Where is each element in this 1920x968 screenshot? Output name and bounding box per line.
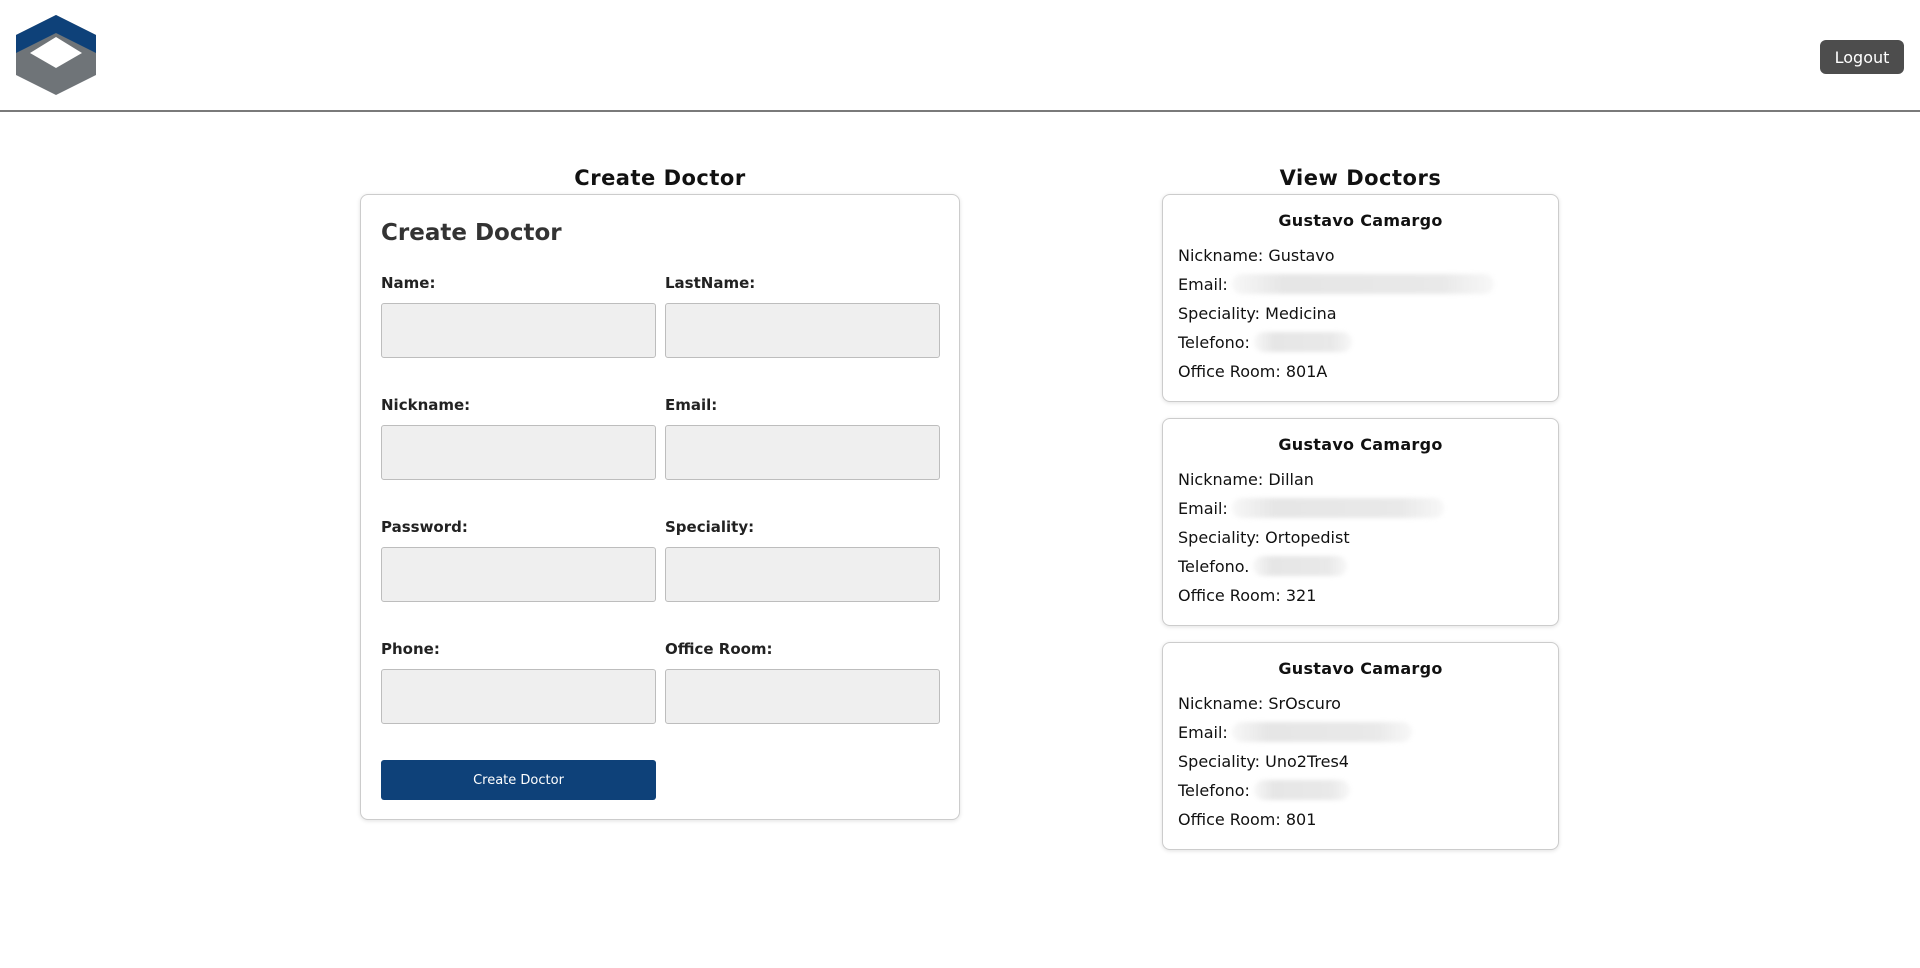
doctor-office-row: Office Room: 801A bbox=[1178, 360, 1327, 382]
name-input[interactable] bbox=[381, 303, 656, 358]
office-room-label: Office Room: bbox=[1178, 361, 1281, 381]
phone-label: Phone: bbox=[381, 640, 440, 658]
doctor-nickname-row: Nickname: Dillan bbox=[1178, 468, 1314, 490]
speciality-value: Ortopedist bbox=[1265, 527, 1350, 547]
telefono-label: Telefono: bbox=[1178, 780, 1250, 800]
cube-logo-icon[interactable] bbox=[15, 15, 97, 95]
doctor-telefono-row: Telefono: bbox=[1178, 779, 1350, 801]
create-doctor-section-title: Create Doctor bbox=[574, 166, 746, 190]
office-room-value: 321 bbox=[1285, 585, 1317, 605]
lastname-input[interactable] bbox=[665, 303, 940, 358]
name-label: Name: bbox=[381, 274, 436, 292]
nickname-value: SrOscuro bbox=[1268, 693, 1341, 713]
doctor-card: Gustavo Camargo Nickname: SrOscuro Email… bbox=[1162, 642, 1559, 850]
email-label: Email: bbox=[1178, 274, 1228, 294]
password-input[interactable] bbox=[381, 547, 656, 602]
top-header: Logout bbox=[0, 0, 1920, 112]
doctor-speciality-row: Speciality: Medicina bbox=[1178, 302, 1337, 324]
doctor-office-row: Office Room: 321 bbox=[1178, 584, 1316, 606]
speciality-value: Medicina bbox=[1265, 303, 1337, 323]
doctor-speciality-row: Speciality: Uno2Tres4 bbox=[1178, 750, 1349, 772]
redacted-email bbox=[1231, 722, 1412, 742]
office-room-label: Office Room: bbox=[1178, 585, 1281, 605]
doctor-email-row: Email: bbox=[1178, 497, 1444, 519]
nickname-label: Nickname: bbox=[381, 396, 471, 414]
nickname-value: Dillan bbox=[1268, 469, 1314, 489]
doctor-nickname-row: Nickname: SrOscuro bbox=[1178, 692, 1341, 714]
doctor-telefono-row: Telefono. bbox=[1178, 555, 1348, 577]
nickname-label: Nickname: bbox=[1178, 469, 1264, 489]
logout-button[interactable]: Logout bbox=[1820, 40, 1904, 74]
nickname-label: Nickname: bbox=[1178, 245, 1264, 265]
email-label: Email: bbox=[1178, 722, 1228, 742]
speciality-label: Speciality: bbox=[665, 518, 755, 536]
redacted-phone bbox=[1253, 332, 1352, 352]
speciality-value: Uno2Tres4 bbox=[1265, 751, 1349, 771]
view-doctors-section-title: View Doctors bbox=[1279, 166, 1442, 190]
doctor-card: Gustavo Camargo Nickname: Gustavo Email:… bbox=[1162, 194, 1559, 402]
speciality-label: Speciality: bbox=[1178, 527, 1261, 547]
lastname-label: LastName: bbox=[665, 274, 756, 292]
speciality-input[interactable] bbox=[665, 547, 940, 602]
phone-input[interactable] bbox=[381, 669, 656, 724]
nickname-label: Nickname: bbox=[1178, 693, 1264, 713]
nickname-value: Gustavo bbox=[1268, 245, 1335, 265]
form-heading: Create Doctor bbox=[381, 220, 562, 246]
office-room-label: Office Room: bbox=[1178, 809, 1281, 829]
doctor-nickname-row: Nickname: Gustavo bbox=[1178, 244, 1335, 266]
doctor-name: Gustavo Camargo bbox=[1278, 435, 1443, 454]
nickname-input[interactable] bbox=[381, 425, 656, 480]
telefono-label: Telefono. bbox=[1178, 556, 1250, 576]
doctor-telefono-row: Telefono: bbox=[1178, 331, 1352, 353]
speciality-label: Speciality: bbox=[1178, 751, 1261, 771]
doctor-name: Gustavo Camargo bbox=[1278, 659, 1443, 678]
doctor-email-row: Email: bbox=[1178, 273, 1494, 295]
create-doctor-form: Create Doctor Name: LastName: Nickname: … bbox=[360, 194, 960, 820]
password-label: Password: bbox=[381, 518, 468, 536]
redacted-phone bbox=[1253, 556, 1348, 576]
create-doctor-button[interactable]: Create Doctor bbox=[381, 760, 656, 800]
speciality-label: Speciality: bbox=[1178, 303, 1261, 323]
telefono-label: Telefono: bbox=[1178, 332, 1250, 352]
email-label: Email: bbox=[1178, 498, 1228, 518]
redacted-email bbox=[1231, 274, 1494, 294]
redacted-phone bbox=[1253, 780, 1350, 800]
redacted-email bbox=[1231, 498, 1444, 518]
office-room-input[interactable] bbox=[665, 669, 940, 724]
doctor-speciality-row: Speciality: Ortopedist bbox=[1178, 526, 1350, 548]
office-room-label: Office Room: bbox=[665, 640, 773, 658]
doctor-email-row: Email: bbox=[1178, 721, 1412, 743]
doctor-office-row: Office Room: 801 bbox=[1178, 808, 1316, 830]
email-input[interactable] bbox=[665, 425, 940, 480]
doctor-card: Gustavo Camargo Nickname: Dillan Email: … bbox=[1162, 418, 1559, 626]
doctor-name: Gustavo Camargo bbox=[1278, 211, 1443, 230]
office-room-value: 801 bbox=[1285, 809, 1317, 829]
office-room-value: 801A bbox=[1285, 361, 1328, 381]
email-label: Email: bbox=[665, 396, 718, 414]
